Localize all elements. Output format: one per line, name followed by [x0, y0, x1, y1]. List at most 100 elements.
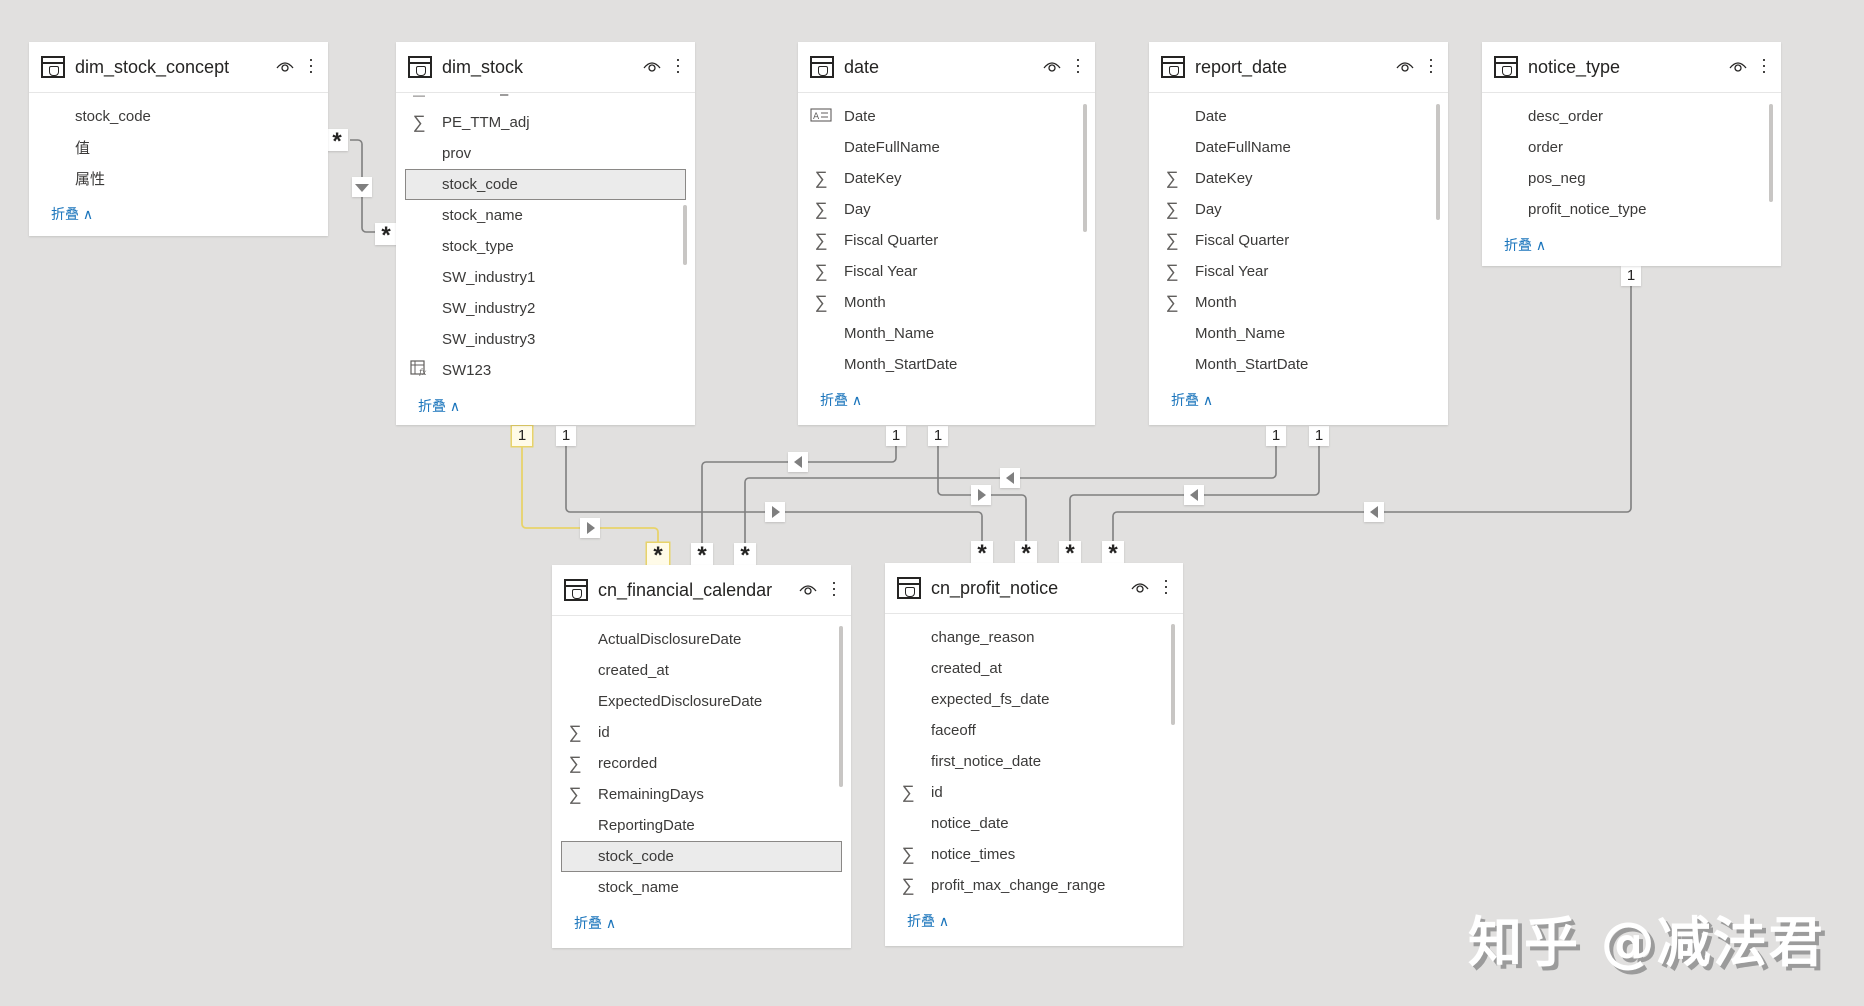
- field-row[interactable]: Month_Name: [798, 318, 1095, 349]
- table-card-dim-stock-concept[interactable]: dim_stock_concept · · · stock_code 值属性 折叠 ∧: [29, 42, 328, 236]
- collapse-button[interactable]: 折叠 ∧: [1171, 380, 1448, 420]
- more-options-icon[interactable]: · · ·: [1428, 50, 1434, 80]
- field-row[interactable]: ∑ id: [885, 777, 1183, 808]
- eye-icon[interactable]: [799, 582, 817, 596]
- scrollbar[interactable]: [1769, 104, 1773, 202]
- field-row[interactable]: stock_name: [396, 200, 695, 231]
- field-row[interactable]: SW_industry3: [396, 324, 695, 355]
- field-row[interactable]: Month_StartDate: [798, 349, 1095, 380]
- field-row[interactable]: stock_code: [29, 101, 328, 132]
- filter-direction-right-icon[interactable]: [971, 485, 991, 505]
- field-row[interactable]: change_reason: [885, 622, 1183, 653]
- table-header[interactable]: cn_profit_notice · · ·: [885, 563, 1183, 614]
- field-row[interactable]: ∑ Day: [798, 194, 1095, 225]
- more-options-icon[interactable]: · · ·: [1761, 50, 1767, 80]
- field-row[interactable]: ∑ DateKey: [1149, 163, 1448, 194]
- field-list[interactable]: change_reason created_at expected_fs_date f…: [885, 614, 1183, 901]
- more-options-icon[interactable]: · · ·: [308, 50, 314, 80]
- collapse-button[interactable]: 折叠 ∧: [907, 901, 1183, 941]
- field-row[interactable]: ∑ Month: [1149, 287, 1448, 318]
- table-card-cn-financial-calendar[interactable]: cn_financial_calendar · · · ActualDisclosure…: [552, 565, 851, 948]
- table-header[interactable]: dim_stock_concept · · ·: [29, 42, 328, 93]
- field-list[interactable]: ActualDisclosureDate created_at ExpectedDi…: [552, 616, 851, 903]
- field-row[interactable]: ∑ PE_TTM_adj: [396, 107, 695, 138]
- field-row[interactable]: ∑ Month: [798, 287, 1095, 318]
- field-row[interactable]: desc_order: [1482, 101, 1781, 132]
- field-row[interactable]: Date: [1149, 101, 1448, 132]
- table-card-cn-profit-notice[interactable]: cn_profit_notice · · · change_reason created_…: [885, 563, 1183, 946]
- field-row[interactable]: faceoff: [885, 715, 1183, 746]
- more-options-icon[interactable]: · · ·: [675, 50, 681, 80]
- field-row[interactable]: ExpectedDisclosureDate: [552, 686, 851, 717]
- field-row[interactable]: DateFullName: [798, 132, 1095, 163]
- field-row[interactable]: profit_notice_type: [1482, 194, 1781, 225]
- more-options-icon[interactable]: · · ·: [1163, 571, 1169, 601]
- collapse-button[interactable]: 折叠 ∧: [51, 194, 328, 234]
- eye-icon[interactable]: [1131, 580, 1149, 594]
- collapse-button[interactable]: 折叠 ∧: [1504, 225, 1781, 265]
- field-row[interactable]: ActualDisclosureDate: [552, 624, 851, 655]
- table-card-notice-type[interactable]: notice_type · · · desc_order order pos_neg prof…: [1482, 42, 1781, 266]
- field-row[interactable]: pos_neg: [1482, 163, 1781, 194]
- eye-icon[interactable]: [1729, 59, 1747, 73]
- collapse-button[interactable]: 折叠 ∧: [820, 380, 1095, 420]
- scrollbar[interactable]: [1436, 104, 1440, 220]
- field-row[interactable]: prov: [396, 138, 695, 169]
- field-row[interactable]: A Date: [798, 101, 1095, 132]
- filter-direction-left-icon[interactable]: [788, 452, 808, 472]
- filter-direction-left-icon[interactable]: [1000, 468, 1020, 488]
- field-row[interactable]: ∑ profit_max_change_range: [885, 870, 1183, 901]
- field-row[interactable]: ReportingDate: [552, 810, 851, 841]
- table-card-dim-stock[interactable]: dim_stock · · · — – ∑ PE_TTM_adj prov stock_code s…: [396, 42, 695, 425]
- collapse-button[interactable]: 折叠 ∧: [418, 386, 695, 426]
- eye-icon[interactable]: [276, 59, 294, 73]
- filter-direction-left-icon[interactable]: [1364, 502, 1384, 522]
- field-row[interactable]: Month_StartDate: [1149, 349, 1448, 380]
- field-row[interactable]: ∑ id: [552, 717, 851, 748]
- table-header[interactable]: report_date · · ·: [1149, 42, 1448, 93]
- field-row[interactable]: order: [1482, 132, 1781, 163]
- field-row[interactable]: ∑ Fiscal Quarter: [1149, 225, 1448, 256]
- scrollbar[interactable]: [839, 626, 843, 787]
- field-list[interactable]: desc_order order pos_neg profit_notice_type: [1482, 93, 1781, 225]
- field-row[interactable]: stock_code: [561, 841, 842, 872]
- field-row[interactable]: created_at: [885, 653, 1183, 684]
- field-row[interactable]: DateFullName: [1149, 132, 1448, 163]
- field-row[interactable]: ∑ Fiscal Quarter: [798, 225, 1095, 256]
- collapse-button[interactable]: 折叠 ∧: [574, 903, 851, 943]
- field-row[interactable]: expected_fs_date: [885, 684, 1183, 715]
- field-row[interactable]: fx SW123: [396, 355, 695, 386]
- field-row[interactable]: ∑ notice_times: [885, 839, 1183, 870]
- field-row[interactable]: first_notice_date: [885, 746, 1183, 777]
- table-header[interactable]: dim_stock · · ·: [396, 42, 695, 93]
- eye-icon[interactable]: [1043, 59, 1061, 73]
- field-row[interactable]: ∑ Fiscal Year: [798, 256, 1095, 287]
- scrollbar[interactable]: [1171, 624, 1175, 725]
- field-row[interactable]: stock_name: [552, 872, 851, 903]
- field-list[interactable]: Date DateFullName ∑ DateKey ∑ Day ∑ Fiscal Quar…: [1149, 93, 1448, 380]
- field-row[interactable]: ∑ Day: [1149, 194, 1448, 225]
- more-options-icon[interactable]: · · ·: [1075, 50, 1081, 80]
- field-row[interactable]: ∑ recorded: [552, 748, 851, 779]
- filter-direction-left-icon[interactable]: [1184, 485, 1204, 505]
- field-row[interactable]: SW_industry2: [396, 293, 695, 324]
- filter-direction-down-icon[interactable]: [352, 177, 372, 197]
- field-row[interactable]: 属性: [29, 163, 328, 194]
- table-card-report-date[interactable]: report_date · · · Date DateFullName ∑ DateKey ∑ D…: [1149, 42, 1448, 425]
- field-row[interactable]: ∑ Fiscal Year: [1149, 256, 1448, 287]
- field-row[interactable]: ∑ DateKey: [798, 163, 1095, 194]
- table-header[interactable]: date · · ·: [798, 42, 1095, 93]
- field-row[interactable]: SW_industry1: [396, 262, 695, 293]
- scrollbar[interactable]: [683, 205, 687, 265]
- eye-icon[interactable]: [643, 59, 661, 73]
- field-row[interactable]: created_at: [552, 655, 851, 686]
- field-list[interactable]: — – ∑ PE_TTM_adj prov stock_code stock_name sto…: [396, 93, 695, 386]
- filter-direction-right-icon[interactable]: [765, 502, 785, 522]
- eye-icon[interactable]: [1396, 59, 1414, 73]
- field-row[interactable]: stock_code: [405, 169, 686, 200]
- table-header[interactable]: cn_financial_calendar · · ·: [552, 565, 851, 616]
- scrollbar[interactable]: [1083, 104, 1087, 232]
- field-row[interactable]: ∑ RemainingDays: [552, 779, 851, 810]
- field-list[interactable]: stock_code 值属性: [29, 93, 328, 194]
- more-options-icon[interactable]: · · ·: [831, 573, 837, 603]
